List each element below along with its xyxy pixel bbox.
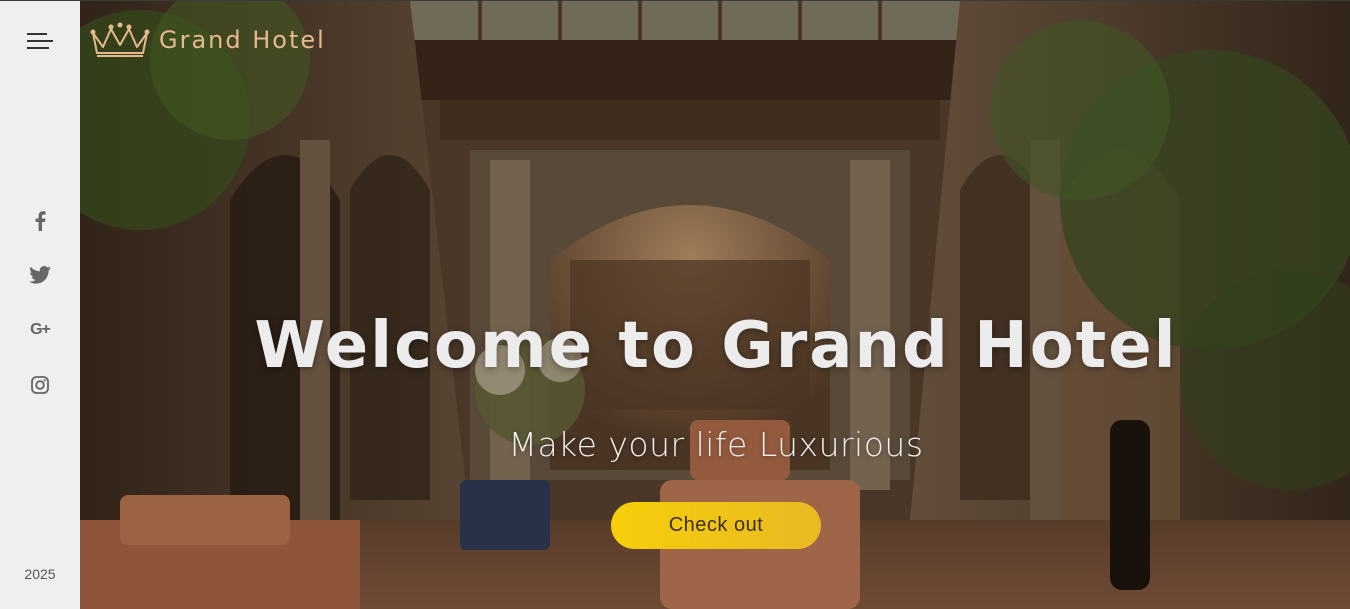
instagram-icon[interactable] xyxy=(0,370,80,400)
sidebar: G+ 2025 xyxy=(0,0,80,609)
top-rule xyxy=(0,0,1350,1)
twitter-icon[interactable] xyxy=(0,260,80,290)
google-plus-icon[interactable]: G+ xyxy=(0,315,80,345)
facebook-icon[interactable] xyxy=(0,206,80,236)
hero-section: Grand Hotel Welcome to Grand Hotel Make … xyxy=(80,0,1350,609)
check-out-button[interactable]: Check out xyxy=(611,502,821,549)
brand-name: Grand Hotel xyxy=(159,26,326,54)
hamburger-menu-icon[interactable] xyxy=(27,30,55,54)
brand-logo[interactable]: Grand Hotel xyxy=(89,21,326,59)
crown-icon xyxy=(90,22,150,57)
hero-subtitle: Make your life Luxurious xyxy=(508,425,924,464)
hero-title: Welcome to Grand Hotel xyxy=(254,309,1178,383)
copyright-year: 2025 xyxy=(24,566,56,582)
